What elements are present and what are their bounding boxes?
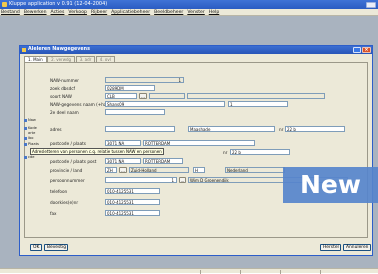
menu-bar: Bestand Bewerken Acties Verkoop Rijbeer … xyxy=(0,9,378,16)
label-provincie-land: provincie / land xyxy=(50,168,83,173)
naw-naam-extra-input[interactable]: 1 xyxy=(228,101,288,107)
new-banner: New xyxy=(283,167,378,203)
side-label-cde: cde xyxy=(28,155,35,159)
nawnummer-field: 1 xyxy=(105,77,184,83)
nr-input[interactable]: 22 b xyxy=(285,126,345,132)
label-nr-2: nr xyxy=(223,150,228,155)
label-persoonnummer: persoonnummer xyxy=(50,178,85,183)
menu-acties[interactable]: Acties xyxy=(51,9,65,15)
menu-applicatiebeheer[interactable]: Applicatiebeheer xyxy=(111,9,150,15)
bevestig-button[interactable]: Bevestig xyxy=(44,244,68,251)
postcode-post-input[interactable]: 3071 NA xyxy=(105,158,141,164)
dialog-button-bar: OK Bevestig Herstel Annuleren xyxy=(20,240,372,255)
persoon-lookup-button[interactable]: ... xyxy=(179,177,186,183)
lbo-icon xyxy=(24,137,27,140)
app-icon xyxy=(2,2,7,7)
side-label-plaats: Plaats xyxy=(28,142,39,146)
label-fax: fax xyxy=(50,211,57,216)
label-zoek: zoek dbsdcf xyxy=(50,86,76,91)
provincie-name: Zuid-Holland xyxy=(129,167,189,173)
plaats-post-input[interactable]: ROTTERDAM xyxy=(143,158,183,164)
label-adres: adres xyxy=(50,127,62,132)
label-nawnummer: NAW-nummer xyxy=(50,78,80,83)
label-postcode-plaats-post: postcode / plaats post xyxy=(50,159,97,164)
cde-icon xyxy=(24,156,27,159)
postcode-input[interactable]: 3071 NA xyxy=(105,140,141,146)
label-2e-deel-naam: 2e deel naam xyxy=(50,110,79,115)
fax-input[interactable]: 010-4125531 xyxy=(105,210,160,216)
provincie-code-input[interactable]: ZH xyxy=(105,167,117,173)
side-label-arte: arte xyxy=(28,131,36,135)
dialog-title: Aleleren Nawgegevens xyxy=(28,47,90,52)
plaats-icon xyxy=(24,143,27,146)
side-label-kode: Kode xyxy=(28,126,37,130)
adres-input[interactable] xyxy=(105,126,175,132)
app-titlebar: Kluppe application v 0.91 (12-04-2004) xyxy=(0,0,378,9)
soort-naw-desc xyxy=(149,93,185,99)
label-soort-naw: soort NAW xyxy=(50,94,72,99)
plaats-input[interactable]: ROTTERDAM xyxy=(143,140,255,146)
soort-naw-input[interactable]: CLB xyxy=(105,93,137,99)
relatie-tooltip: Adresletteren van personen c.q. relatie … xyxy=(30,148,164,155)
menu-beeldbeheer[interactable]: Beeldbeheer xyxy=(154,9,183,15)
menu-bewerken[interactable]: Bewerken xyxy=(24,9,47,15)
status-bar xyxy=(0,268,378,274)
provincie-lookup-button[interactable]: ... xyxy=(119,167,127,173)
menu-help[interactable]: Help xyxy=(209,9,219,15)
herstel-button[interactable]: Herstel xyxy=(320,244,341,251)
annuleren-button[interactable]: Annuleren xyxy=(343,244,371,251)
straat-input[interactable]: Maashade xyxy=(188,126,275,132)
menu-venster[interactable]: Venster xyxy=(187,9,204,15)
dialog-icon xyxy=(22,48,26,52)
window-controls[interactable] xyxy=(366,1,376,8)
side-label-naw: Naw xyxy=(28,118,36,122)
land-name: Nederland xyxy=(225,167,285,173)
menu-bestand[interactable]: Bestand xyxy=(1,9,20,15)
label-telefoon: telefoon xyxy=(50,189,68,194)
dialog-titlebar: Aleleren Nawgegevens × xyxy=(20,46,372,54)
label-nr: nr xyxy=(279,127,284,132)
side-label-lbo: lbo xyxy=(28,136,34,140)
kode-icon xyxy=(24,127,27,130)
label-postcode-plaats: postcode / plaats xyxy=(50,141,86,146)
label-doorkiesnr: doorkies(e)nr xyxy=(50,200,79,205)
land-code-input[interactable]: H xyxy=(193,167,205,173)
ok-button[interactable]: OK xyxy=(30,244,42,251)
naw-naam-input[interactable]: Shans09 xyxy=(105,101,225,107)
persoonnummer-input[interactable]: 1 xyxy=(105,177,177,183)
soort-naw-lookup-button[interactable]: ... xyxy=(139,93,147,99)
nr-2-input[interactable]: 22 b xyxy=(230,149,290,155)
naw-dialog: Aleleren Nawgegevens × 1. Main 2. verwdg… xyxy=(19,45,373,256)
menu-verkoop[interactable]: Verkoop xyxy=(68,9,87,15)
naw-icon xyxy=(24,119,27,122)
doorkiesnr-input[interactable]: 010-4125531 xyxy=(105,199,160,205)
main-panel: NAW-nummer 1 zoek dbsdcf 0289DM soort NA… xyxy=(24,62,368,238)
app-title: Kluppe application v 0.91 (12-04-2004) xyxy=(9,1,108,7)
menu-rijbeer[interactable]: Rijbeer xyxy=(91,9,107,15)
tweede-naam-input[interactable] xyxy=(105,109,165,115)
minimize-button[interactable] xyxy=(353,47,361,53)
close-button[interactable]: × xyxy=(362,47,371,53)
telefoon-input[interactable]: 010-4125531 xyxy=(105,188,160,194)
zoek-input[interactable]: 0289DM xyxy=(105,85,155,91)
soort-naw-desc-2 xyxy=(187,93,325,99)
